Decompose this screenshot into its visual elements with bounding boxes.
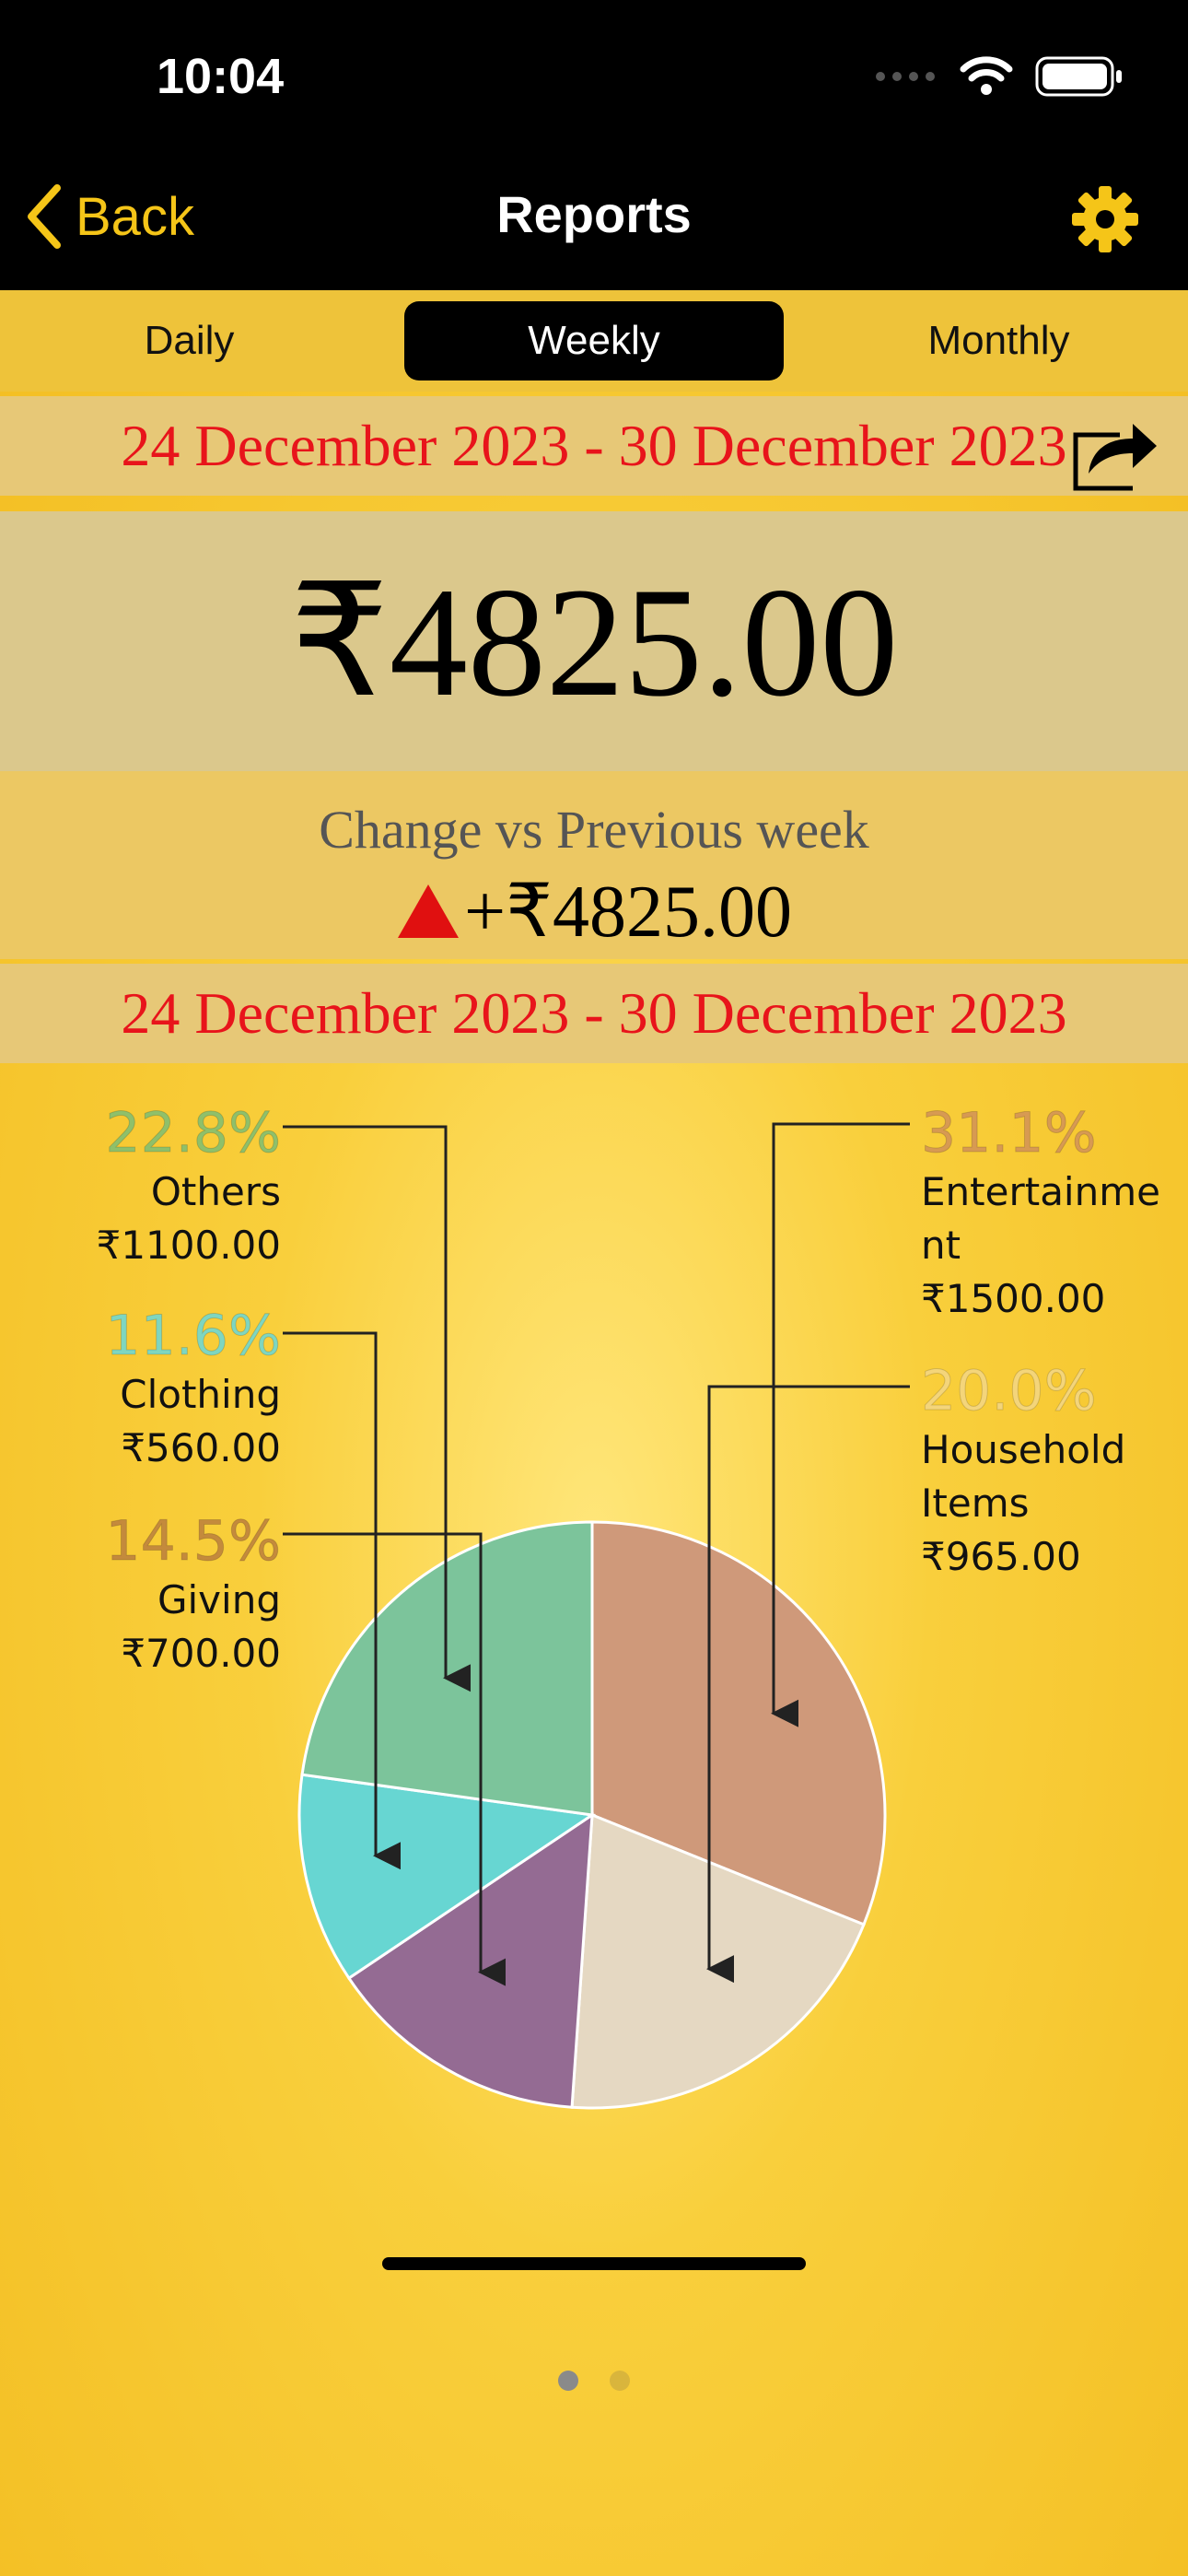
pie-percent-clothing: 11.6% (105, 1304, 281, 1368)
cellular-signal-icon (876, 72, 935, 81)
pie-label-entertainment-1: nt (921, 1223, 961, 1268)
pie-amount-clothing: ₹560.00 (121, 1425, 281, 1470)
pie-amount-giving: ₹700.00 (121, 1631, 281, 1676)
report-content: Daily Weekly Monthly 24 December 2023 - … (0, 290, 1188, 2576)
pie-label-household-items-1: Items (921, 1481, 1030, 1526)
expense-pie-chart: 31.1%Entertainme nt ₹1500.00 20.0%Household… (97, 1101, 1160, 2110)
home-indicator (382, 2257, 806, 2270)
pie-label-giving: Giving (157, 1577, 281, 1622)
pie-label-entertainment: Entertainme (921, 1169, 1160, 1214)
pie-label-clothing: Clothing (120, 1372, 281, 1417)
status-time: 10:04 (157, 49, 285, 104)
pie-label-others: Others (151, 1169, 281, 1214)
page-dot[interactable] (558, 2371, 578, 2391)
battery-icon (1035, 56, 1122, 97)
pie-percent-others: 22.8% (105, 1101, 281, 1165)
pie-percent-giving: 14.5% (105, 1509, 281, 1574)
wifi-icon (960, 56, 1013, 95)
pie-percent-entertainment: 31.1% (921, 1101, 1097, 1165)
page-dot[interactable] (610, 2371, 630, 2391)
pie-amount-household-items: ₹965.00 (921, 1534, 1081, 1579)
pie-amount-entertainment: ₹1500.00 (921, 1276, 1105, 1321)
pie-label-household-items: Household (921, 1427, 1125, 1472)
gear-icon[interactable] (1068, 182, 1142, 256)
pie-amount-others: ₹1100.00 (97, 1223, 281, 1268)
pie-percent-household-items: 20.0% (921, 1359, 1097, 1423)
page-title: Reports (496, 185, 692, 243)
status-icons (873, 55, 1124, 98)
pie-slice-others[interactable] (300, 1520, 594, 1817)
page-indicator[interactable] (0, 2371, 1188, 2391)
